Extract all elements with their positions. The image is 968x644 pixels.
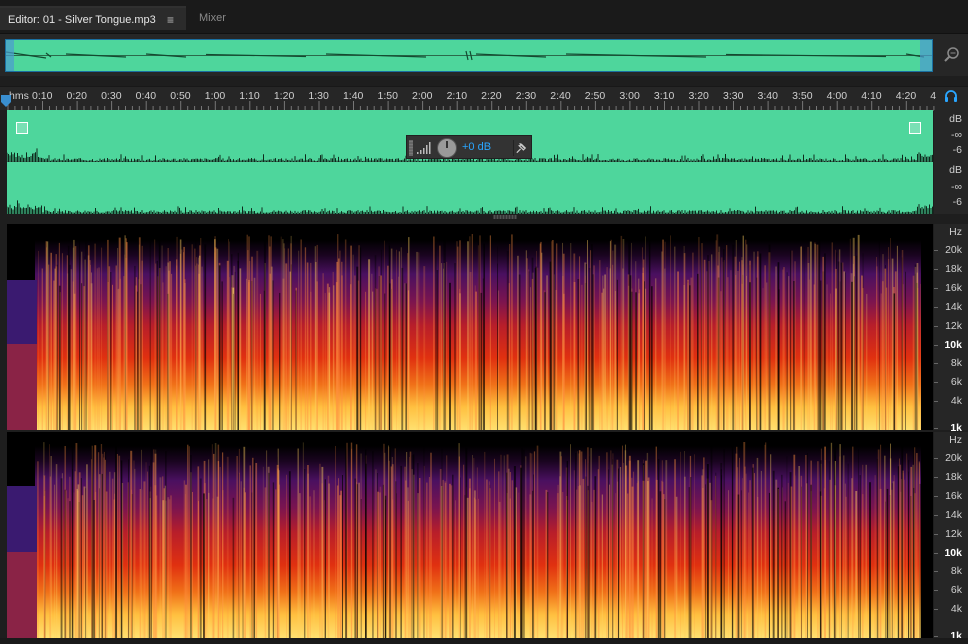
- overview-waveform[interactable]: [5, 39, 933, 72]
- spectral-display-channel-1[interactable]: [7, 224, 933, 430]
- frequency-tick: [934, 477, 938, 478]
- amp-unit-ch2: dB: [949, 164, 962, 176]
- frequency-label: 8k: [950, 357, 962, 369]
- frequency-tick: [934, 326, 938, 327]
- frequency-tick: [934, 590, 938, 591]
- frequency-tick: [934, 269, 938, 270]
- frequency-label: 12k: [945, 528, 962, 540]
- frequency-tick: [934, 534, 938, 535]
- volume-value[interactable]: +0 dB: [462, 141, 491, 153]
- waveform-display[interactable]: [7, 110, 933, 214]
- frequency-label: 14k: [945, 509, 962, 521]
- spectrogram-graphic: [7, 432, 933, 638]
- overview-range-handle-left[interactable]: [6, 40, 14, 71]
- frequency-tick: [934, 345, 938, 346]
- frequency-label: 18k: [945, 263, 962, 275]
- frequency-label: 10k: [944, 339, 962, 351]
- tab-mixer-label: Mixer: [199, 12, 226, 24]
- frequency-tick: [934, 636, 938, 637]
- frequency-label: 18k: [945, 471, 962, 483]
- panel-splitter-grip[interactable]: [493, 215, 517, 219]
- spectral-display-channel-2[interactable]: [7, 432, 933, 638]
- frequency-label: 12k: [945, 320, 962, 332]
- spectrogram-graphic: [7, 224, 933, 430]
- tab-editor-label: Editor: 01 - Silver Tongue.mp3: [8, 14, 156, 26]
- hud-drag-grip[interactable]: [409, 140, 413, 156]
- amplitude-ruler: dB -∞ -6 dB -∞ -6: [934, 110, 968, 214]
- tab-editor[interactable]: Editor: 01 - Silver Tongue.mp3 ≡: [0, 6, 186, 30]
- frequency-tick: [934, 250, 938, 251]
- playhead-marker-icon[interactable]: [1, 95, 11, 107]
- freq-unit-label: Hz: [949, 226, 962, 238]
- amp-inf-ch1: -∞: [951, 129, 962, 141]
- frequency-tick: [934, 553, 938, 554]
- frequency-tick: [934, 515, 938, 516]
- frequency-tick: [934, 428, 938, 429]
- frequency-label: 20k: [945, 244, 962, 256]
- freq-unit-label: Hz: [949, 434, 962, 446]
- frequency-label: 20k: [945, 452, 962, 464]
- frequency-label: 8k: [950, 565, 962, 577]
- frequency-ruler-channel-2: Hz 20k 18k 16k 14k 12k 10k 8k 6k 4k 1k: [934, 432, 968, 642]
- waveform-channel-right: [7, 200, 933, 214]
- frequency-tick: [934, 288, 938, 289]
- overview-navigator: [0, 34, 968, 76]
- frequency-tick: [934, 307, 938, 308]
- frequency-label: 16k: [945, 490, 962, 502]
- frequency-label: 6k: [950, 376, 962, 388]
- frequency-tick: [934, 401, 938, 402]
- volume-knob[interactable]: [437, 138, 457, 158]
- frequency-tick: [934, 363, 938, 364]
- amp-inf-ch2: -∞: [951, 181, 962, 193]
- frequency-tick: [934, 571, 938, 572]
- tab-mixer[interactable]: Mixer: [188, 6, 252, 30]
- amp-unit-ch1: dB: [949, 113, 962, 125]
- hamburger-menu-icon[interactable]: ≡: [167, 8, 174, 32]
- overview-waveform-graphic: [5, 50, 932, 61]
- frequency-label: 14k: [945, 301, 962, 313]
- zoom-magnifier-icon[interactable]: [943, 46, 961, 64]
- fade-out-handle[interactable]: [909, 122, 921, 134]
- fade-in-handle[interactable]: [16, 122, 28, 134]
- frequency-label: 10k: [944, 547, 962, 559]
- pin-icon[interactable]: [513, 140, 529, 156]
- frequency-label: 4k: [950, 395, 962, 407]
- frequency-tick: [934, 382, 938, 383]
- frequency-ruler-channel-1: Hz 20k 18k 16k 14k 12k 10k 8k 6k 4k 1k: [934, 224, 968, 434]
- frequency-tick: [934, 458, 938, 459]
- frequency-label: 6k: [950, 584, 962, 596]
- headphone-icon[interactable]: [944, 89, 958, 103]
- bottom-edge: [0, 638, 968, 644]
- amp-minus6-ch1: -6: [952, 144, 962, 156]
- timeline-ruler[interactable]: hms 0:10 0:20 0:30 0:40 0:50 1:00 1:10 1:20 1:30…: [0, 86, 968, 111]
- overview-range-handle-right[interactable]: [920, 40, 932, 71]
- frequency-label: 4k: [950, 603, 962, 615]
- frequency-label: 16k: [945, 282, 962, 294]
- frequency-tick: [934, 496, 938, 497]
- amp-minus6-ch2: -6: [952, 196, 962, 208]
- volume-hud: +0 dB: [406, 135, 532, 159]
- level-meter-icon: [417, 142, 431, 154]
- panel-tab-bar: Editor: 01 - Silver Tongue.mp3 ≡ Mixer: [0, 0, 968, 34]
- frequency-tick: [934, 609, 938, 610]
